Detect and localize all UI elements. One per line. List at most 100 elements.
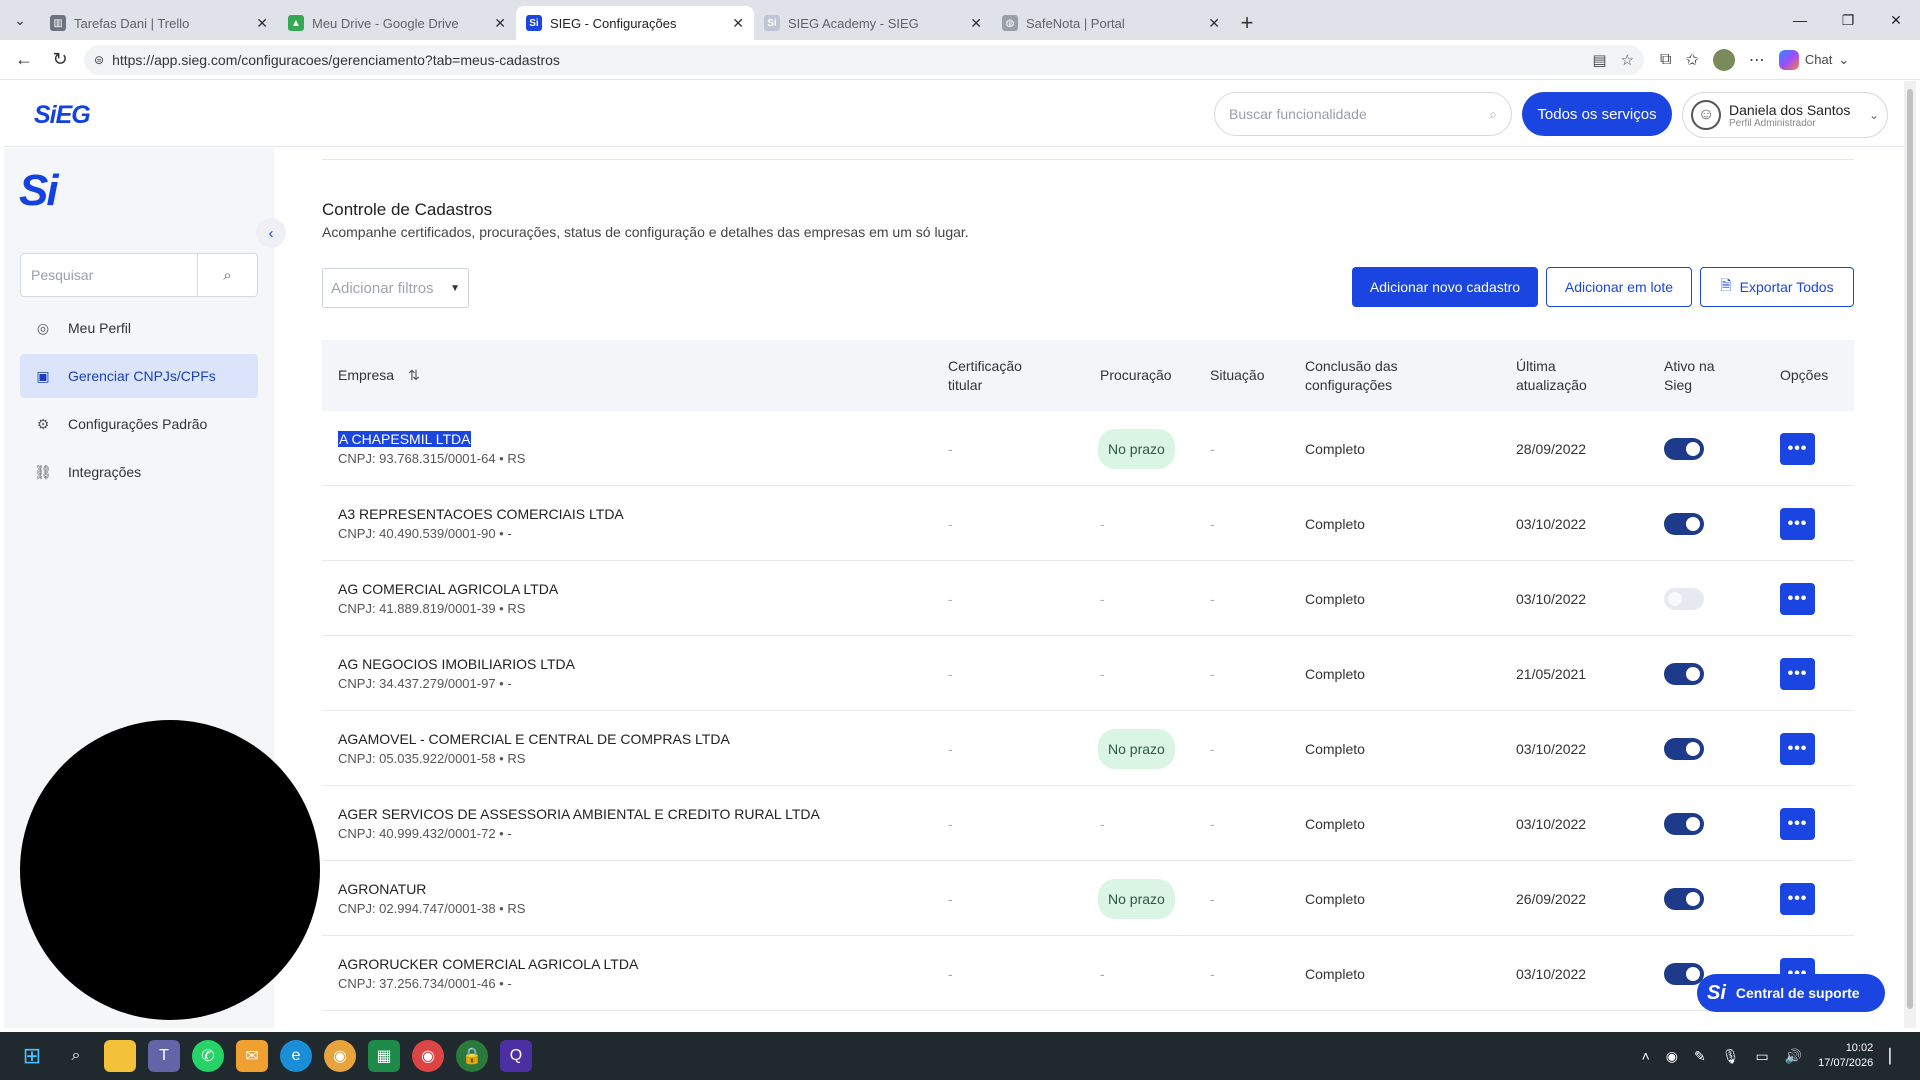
company-name[interactable]: A CHAPESMIL LTDA (338, 431, 472, 447)
favorites-icon[interactable]: ✩ (1685, 50, 1698, 70)
scrollbar-thumb[interactable] (1907, 89, 1913, 1009)
close-tab-icon[interactable]: ✕ (970, 15, 982, 32)
tab-favicon-icon: Si (764, 15, 780, 31)
close-tab-icon[interactable]: ✕ (494, 15, 506, 32)
tab-label: SIEG - Configurações (550, 15, 677, 31)
company-name[interactable]: AGAMOVEL - COMERCIAL E CENTRAL DE COMPRA… (338, 731, 730, 747)
browser-tab[interactable]: ▲ Meu Drive - Google Drive ✕ (278, 6, 516, 40)
company-cnpj: CNPJ: 34.437.279/0001-97 • - (338, 676, 512, 691)
sidebar-item[interactable]: ⚙ Configurações Padrão (20, 402, 258, 446)
company-name[interactable]: A3 REPRESENTACOES COMERCIAIS LTDA (338, 506, 624, 522)
options-more-icon[interactable]: ••• (1780, 507, 1815, 540)
sort-icon[interactable]: ⇅ (408, 366, 420, 385)
notification-icon[interactable]: ▏ (1889, 1048, 1900, 1065)
clock-time: 10:02 (1845, 1042, 1874, 1054)
collapse-sidebar-chevron-icon[interactable]: ‹ (256, 218, 286, 248)
browser-tab[interactable]: Si SIEG Academy - SIEG ✕ (754, 6, 992, 40)
new-tab-button[interactable]: + (1230, 6, 1264, 40)
excel-icon[interactable]: ▦ (368, 1040, 400, 1072)
browser-tab[interactable]: ▥ Tarefas Dani | Trello ✕ (40, 6, 278, 40)
all-services-button[interactable]: Todos os serviços (1522, 92, 1672, 136)
chrome-icon[interactable]: ◉ (324, 1040, 356, 1072)
company-name[interactable]: AGRONATUR (338, 881, 426, 897)
active-toggle[interactable] (1664, 737, 1704, 760)
chevron-down-icon: ⌄ (1838, 51, 1850, 67)
sidebar-item[interactable]: ⛓ Integrações (20, 450, 258, 494)
back-icon[interactable]: ← (6, 42, 42, 78)
table-row: AGER SERVICOS DE ASSESSORIA AMBIENTAL E … (322, 786, 1854, 861)
sidebar-item-icon: ◎ (36, 319, 50, 336)
close-tab-icon[interactable]: ✕ (732, 15, 744, 32)
options-more-icon[interactable]: ••• (1780, 432, 1815, 465)
options-more-icon[interactable]: ••• (1780, 807, 1815, 840)
chrome-tray-icon[interactable]: ◉ (1666, 1048, 1678, 1065)
site-info-icon[interactable]: ⊜ (94, 53, 104, 67)
edge-icon[interactable]: e (280, 1040, 312, 1072)
options-more-icon[interactable]: ••• (1780, 882, 1815, 915)
chrome-profile-icon[interactable]: ◉ (412, 1040, 444, 1072)
app-icon[interactable]: Q (500, 1040, 532, 1072)
mail-icon[interactable]: ✉ (236, 1040, 268, 1072)
active-toggle[interactable] (1664, 437, 1704, 460)
favorite-star-icon[interactable]: ☆ (1621, 51, 1634, 69)
support-center-button[interactable]: Si Central de suporte (1697, 974, 1885, 1012)
url-field[interactable]: ⊜ https://app.sieg.com/configuracoes/ger… (84, 44, 1644, 75)
company-name[interactable]: AGRORUCKER COMERCIAL AGRICOLA LTDA (338, 956, 638, 972)
reader-mode-icon[interactable]: ▤ (1592, 51, 1606, 69)
more-menu-icon[interactable]: ⋯ (1749, 50, 1765, 70)
sidebar-item[interactable]: ◎ Meu Perfil (20, 306, 258, 350)
situacao-cell: - (1210, 815, 1215, 832)
teams-icon[interactable]: T (148, 1040, 180, 1072)
chevron-up-icon[interactable]: ˄ (1642, 1048, 1650, 1064)
company-name[interactable]: AG NEGOCIOS IMOBILIARIOS LTDA (338, 656, 575, 672)
restore-icon[interactable]: ❐ (1824, 0, 1872, 40)
minimize-icon[interactable]: — (1776, 0, 1824, 40)
browser-tab[interactable]: ◍ SafeNota | Portal ✕ (992, 6, 1230, 40)
close-window-icon[interactable]: ✕ (1872, 0, 1920, 40)
lock-app-icon[interactable]: 🔒 (456, 1040, 488, 1072)
reload-icon[interactable]: ↻ (42, 42, 78, 78)
add-new-registration-button[interactable]: Adicionar novo cadastro (1352, 267, 1538, 307)
search-icon[interactable]: ⌕ (197, 253, 257, 297)
export-all-button[interactable]: 🗎 Exportar Todos (1700, 267, 1854, 307)
sidebar-item[interactable]: ▣ Gerenciar CNPJs/CPFs (20, 354, 258, 398)
options-more-icon[interactable]: ••• (1780, 582, 1815, 615)
sidebar-search-input[interactable]: Pesquisar (21, 267, 197, 283)
copilot-chat-button[interactable]: Chat ⌄ (1778, 49, 1850, 70)
company-name[interactable]: AGER SERVICOS DE ASSESSORIA AMBIENTAL E … (338, 806, 820, 822)
tab-search-chevron-icon[interactable]: ⌄ (0, 0, 40, 40)
active-toggle[interactable] (1664, 662, 1704, 685)
user-menu[interactable]: ☺ Daniela dos Santos Perfil Administrado… (1682, 92, 1888, 138)
filters-dropdown[interactable]: Adicionar filtros ▼ (322, 268, 469, 308)
search-icon[interactable]: ⌕ (60, 1040, 92, 1072)
active-toggle[interactable] (1664, 962, 1704, 985)
microphone-icon[interactable]: 🎙 (1722, 1048, 1740, 1065)
active-toggle[interactable] (1664, 887, 1704, 910)
feature-search-input[interactable]: Buscar funcionalidade ⌕ (1214, 92, 1512, 136)
browser-tab[interactable]: Si SIEG - Configurações ✕ (516, 6, 754, 40)
sieg-logo[interactable]: SiEG (34, 101, 91, 130)
whatsapp-icon[interactable]: ✆ (192, 1040, 224, 1072)
col-opcoes: Opções (1780, 367, 1829, 383)
active-toggle[interactable] (1664, 587, 1704, 610)
system-clock[interactable]: 10:02 17/07/2026 (1818, 1041, 1873, 1071)
options-more-icon[interactable]: ••• (1780, 657, 1815, 690)
close-tab-icon[interactable]: ✕ (1208, 15, 1220, 32)
col-empresa[interactable]: Empresa ⇅ (338, 340, 420, 411)
file-explorer-icon[interactable] (104, 1040, 136, 1072)
page-scrollbar[interactable] (1904, 81, 1916, 1028)
pen-icon[interactable]: ✎ (1694, 1048, 1706, 1065)
company-name[interactable]: AG COMERCIAL AGRICOLA LTDA (338, 581, 558, 597)
display-icon[interactable]: ▭ (1755, 1048, 1768, 1065)
volume-icon[interactable]: 🔊 (1785, 1048, 1802, 1065)
options-more-icon[interactable]: ••• (1780, 732, 1815, 765)
profile-avatar[interactable] (1712, 48, 1735, 71)
feature-search-placeholder: Buscar funcionalidade (1229, 106, 1367, 122)
extensions-icon[interactable]: ⧉ (1660, 51, 1671, 69)
add-batch-button[interactable]: Adicionar em lote (1546, 267, 1692, 307)
active-toggle[interactable] (1664, 512, 1704, 535)
options-cell: ••• (1780, 486, 1815, 561)
windows-start-icon[interactable]: ⊞ (16, 1040, 48, 1072)
active-toggle[interactable] (1664, 812, 1704, 835)
close-tab-icon[interactable]: ✕ (256, 15, 268, 32)
